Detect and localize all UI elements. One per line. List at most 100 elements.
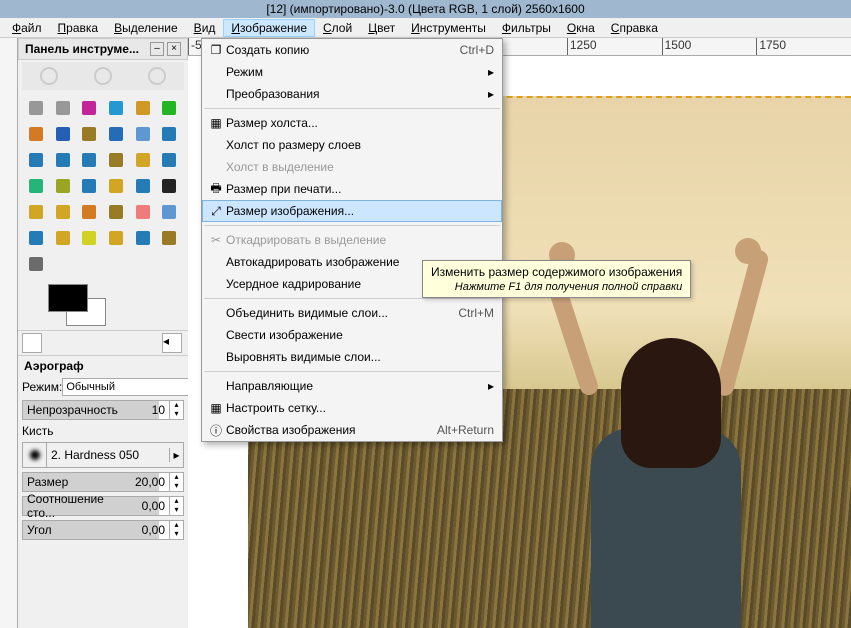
crop-icon: ✂ [206, 233, 226, 247]
stepper-down-icon[interactable]: ▾ [169, 482, 183, 491]
tool-28[interactable] [131, 200, 155, 224]
brush-menu-icon[interactable]: ▸ [169, 448, 183, 462]
minimize-icon[interactable]: – [150, 42, 164, 56]
tool-4[interactable] [131, 96, 155, 120]
tool-6[interactable] [24, 122, 48, 146]
device-status [22, 62, 184, 90]
scale-icon: ⤢ [206, 204, 226, 219]
menu-item[interactable]: ⓘСвойства изображенияAlt+Return [202, 419, 502, 441]
menu-выделение[interactable]: Выделение [106, 19, 186, 37]
tool-33[interactable] [104, 226, 128, 250]
tool-options-title: Аэрограф [18, 356, 188, 376]
tool-22[interactable] [131, 174, 155, 198]
tool-32[interactable] [77, 226, 101, 250]
angle-value: 0,00 [138, 523, 169, 537]
tool-12[interactable] [24, 148, 48, 172]
close-icon[interactable]: × [167, 42, 181, 56]
tool-9[interactable] [104, 122, 128, 146]
menu-item[interactable]: Направляющие▸ [202, 375, 502, 397]
info-icon: ⓘ [206, 422, 226, 439]
menu-accel: Ctrl+M [458, 306, 494, 320]
ruler-tick: 1750 [756, 38, 851, 55]
menu-item[interactable]: Преобразования▸ [202, 83, 502, 105]
brush-name: 2. Hardness 050 [47, 448, 169, 462]
menu-accel: Ctrl+D [460, 43, 494, 57]
tool-27[interactable] [104, 200, 128, 224]
dock-menu-icon[interactable]: ◂ [162, 333, 182, 353]
tool-24[interactable] [24, 200, 48, 224]
menu-правка[interactable]: Правка [50, 19, 107, 37]
opacity-slider[interactable]: Непрозрачность 10 ▴▾ [22, 400, 184, 420]
angle-slider[interactable]: Угол 0,00 ▴▾ [22, 520, 184, 540]
menu-цвет[interactable]: Цвет [360, 19, 403, 37]
menu-item[interactable]: 🖶Размер при печати... [202, 178, 502, 200]
stepper-down-icon[interactable]: ▾ [169, 410, 183, 419]
stepper-down-icon[interactable]: ▾ [169, 530, 183, 539]
brush-select[interactable]: 2. Hardness 050 ▸ [22, 442, 184, 468]
menu-item[interactable]: Выровнять видимые слои... [202, 346, 502, 368]
tool-15[interactable] [104, 148, 128, 172]
tool-16[interactable] [131, 148, 155, 172]
brush-label: Кисть [22, 424, 70, 438]
tool-26[interactable] [77, 200, 101, 224]
menu-item[interactable]: ▦Настроить сетку... [202, 397, 502, 419]
ratio-slider[interactable]: Соотношение сто... 0,00 ▴▾ [22, 496, 184, 516]
menu-item-label: Откадрировать в выделение [226, 233, 494, 247]
menu-item[interactable]: Объединить видимые слои...Ctrl+M [202, 302, 502, 324]
menu-item[interactable]: Холст по размеру слоев [202, 134, 502, 156]
menu-item[interactable]: ❐Создать копиюCtrl+D [202, 39, 502, 61]
menu-item-label: Выровнять видимые слои... [226, 350, 494, 364]
tool-11[interactable] [157, 122, 181, 146]
tool-2[interactable] [77, 96, 101, 120]
tool-25[interactable] [51, 200, 75, 224]
menu-слой[interactable]: Слой [315, 19, 360, 37]
tool-21[interactable] [104, 174, 128, 198]
fg-color[interactable] [48, 284, 88, 312]
tool-3[interactable] [104, 96, 128, 120]
tool-18[interactable] [24, 174, 48, 198]
tool-35[interactable] [157, 226, 181, 250]
menu-item-label: Создать копию [226, 43, 460, 57]
menu-фильтры[interactable]: Фильтры [494, 19, 559, 37]
tool-10[interactable] [131, 122, 155, 146]
tool-13[interactable] [51, 148, 75, 172]
menubar: ФайлПравкаВыделениеВидИзображениеСлойЦве… [0, 18, 851, 38]
menu-вид[interactable]: Вид [186, 19, 224, 37]
menu-окна[interactable]: Окна [559, 19, 603, 37]
tool-34[interactable] [131, 226, 155, 250]
menu-item-label: Свести изображение [226, 328, 494, 342]
tool-14[interactable] [77, 148, 101, 172]
menu-item-label: Размер изображения... [226, 204, 494, 218]
color-swatches[interactable] [18, 280, 188, 330]
tool-1[interactable] [51, 96, 75, 120]
menu-item[interactable]: ▦Размер холста... [202, 112, 502, 134]
window-title: [12] (импортировано)-3.0 (Цвета RGB, 1 с… [0, 0, 851, 18]
tool-31[interactable] [51, 226, 75, 250]
tool-19[interactable] [51, 174, 75, 198]
menu-item-label: Объединить видимые слои... [226, 306, 458, 320]
tool-7[interactable] [51, 122, 75, 146]
tool-8[interactable] [77, 122, 101, 146]
stepper-down-icon[interactable]: ▾ [169, 506, 183, 515]
tool-options-tab[interactable] [22, 333, 42, 353]
size-slider[interactable]: Размер 20,00 ▴▾ [22, 472, 184, 492]
menu-справка[interactable]: Справка [603, 19, 666, 37]
menu-item[interactable]: Свести изображение [202, 324, 502, 346]
menu-item[interactable]: Режим▸ [202, 61, 502, 83]
tool-20[interactable] [77, 174, 101, 198]
tool-29[interactable] [157, 200, 181, 224]
tool-36[interactable] [24, 252, 48, 276]
menu-изображение[interactable]: Изображение [223, 19, 315, 37]
tool-23[interactable] [157, 174, 181, 198]
menu-инструменты[interactable]: Инструменты [403, 19, 494, 37]
menu-файл[interactable]: Файл [4, 19, 50, 37]
tool-0[interactable] [24, 96, 48, 120]
tool-17[interactable] [157, 148, 181, 172]
menu-item-label: Преобразования [226, 87, 482, 101]
tool-30[interactable] [24, 226, 48, 250]
tool-5[interactable] [157, 96, 181, 120]
copy-icon: ❐ [206, 43, 226, 57]
menu-item[interactable]: ⤢Размер изображения... [202, 200, 502, 222]
toolbox-title: Панель инструме... [25, 42, 147, 56]
ruler-tick: 1500 [662, 38, 757, 55]
